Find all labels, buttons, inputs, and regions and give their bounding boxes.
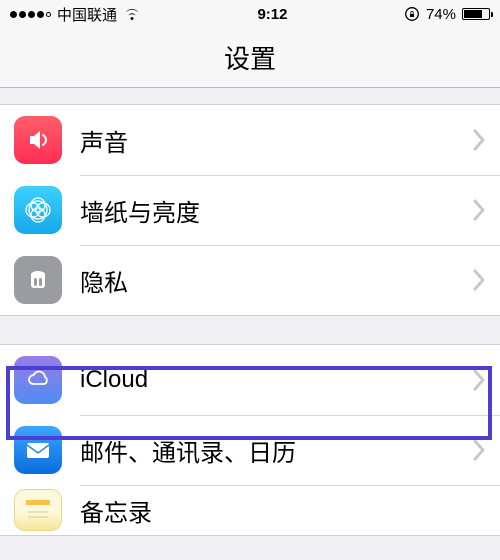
- status-right: 74%: [404, 6, 490, 23]
- row-label: 备忘录: [80, 493, 486, 528]
- page-title: 设置: [0, 28, 500, 88]
- row-label: iCloud: [80, 366, 472, 394]
- battery-percent: 74%: [426, 6, 456, 23]
- row-label: 邮件、通讯录、日历: [80, 433, 472, 468]
- row-notes[interactable]: 备忘录: [0, 485, 500, 535]
- wallpaper-icon: [14, 186, 62, 234]
- status-bar: 中国联通 9:12 74%: [0, 0, 500, 28]
- sound-icon: [14, 116, 62, 164]
- status-time: 9:12: [257, 6, 287, 23]
- notes-icon: [14, 489, 62, 531]
- battery-icon: [462, 8, 490, 20]
- row-label: 声音: [80, 123, 472, 158]
- row-wallpaper[interactable]: 墙纸与亮度: [0, 175, 500, 245]
- settings-group-services: iCloud 邮件、通讯录、日历 备忘录: [0, 344, 500, 536]
- row-sound[interactable]: 声音: [0, 105, 500, 175]
- row-label: 隐私: [80, 263, 472, 298]
- mail-icon: [14, 426, 62, 474]
- chevron-right-icon: [472, 439, 486, 461]
- row-icloud[interactable]: iCloud: [0, 345, 500, 415]
- orientation-lock-icon: [404, 6, 420, 22]
- chevron-right-icon: [472, 199, 486, 221]
- row-privacy[interactable]: 隐私: [0, 245, 500, 315]
- status-left: 中国联通: [10, 4, 141, 25]
- carrier-label: 中国联通: [57, 4, 117, 25]
- icloud-icon: [14, 356, 62, 404]
- signal-strength-icon: [10, 11, 51, 18]
- settings-group-general: 声音 墙纸与亮度 隐私: [0, 104, 500, 316]
- chevron-right-icon: [472, 369, 486, 391]
- wifi-icon: [123, 7, 141, 21]
- privacy-icon: [14, 256, 62, 304]
- chevron-right-icon: [472, 269, 486, 291]
- row-mail[interactable]: 邮件、通讯录、日历: [0, 415, 500, 485]
- row-label: 墙纸与亮度: [80, 193, 472, 228]
- chevron-right-icon: [472, 129, 486, 151]
